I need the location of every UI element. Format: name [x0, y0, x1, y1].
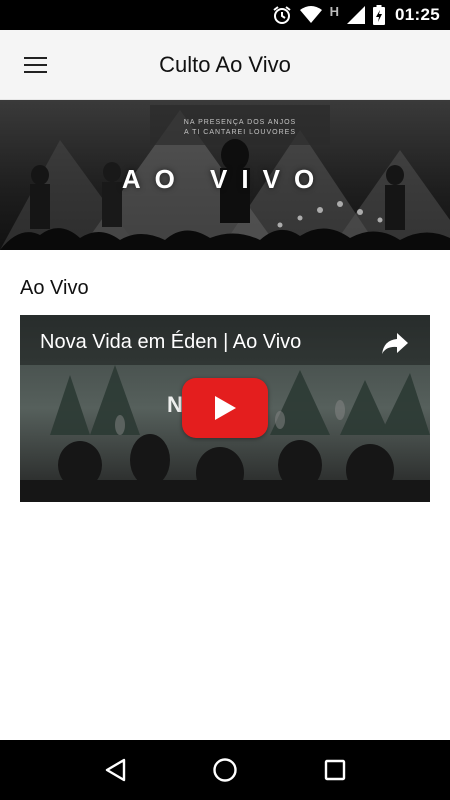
home-button[interactable] — [200, 745, 250, 795]
hamburger-menu-icon — [24, 56, 47, 73]
wifi-icon — [299, 6, 322, 23]
status-time: 01:25 — [395, 5, 440, 24]
play-button[interactable] — [182, 378, 268, 438]
menu-button[interactable] — [0, 30, 72, 100]
battery-charging-icon — [373, 5, 386, 25]
video-player[interactable]: Nova Vida em Éden | Ao Vivo N A — [20, 315, 430, 502]
play-icon — [215, 396, 236, 420]
live-banner: NA PRESENÇA DOS ANJOS A TI CANTAREI LOUV… — [0, 100, 450, 250]
video-title[interactable]: Nova Vida em Éden | Ao Vivo — [40, 331, 301, 354]
app-bar: Culto Ao Vivo — [0, 30, 450, 100]
alarm-icon — [273, 6, 291, 24]
recents-button[interactable] — [310, 745, 360, 795]
system-nav-bar — [0, 740, 450, 800]
banner-title: AO VIVO — [121, 164, 329, 194]
network-type-label: H — [329, 3, 340, 19]
status-bar: H 01:25 — [0, 0, 450, 30]
banner-subtext-line2: A TI CANTAREI LOUVORES — [184, 129, 296, 136]
recents-icon — [324, 759, 346, 781]
banner-subtext-line1: NA PRESENÇA DOS ANJOS — [183, 119, 297, 126]
back-icon — [105, 758, 126, 782]
home-icon — [213, 758, 237, 782]
back-button[interactable] — [90, 745, 140, 795]
share-icon[interactable] — [382, 333, 408, 355]
section-heading: Ao Vivo — [20, 277, 89, 299]
banner-subtext: NA PRESENÇA DOS ANJOS A TI CANTAREI LOUV… — [150, 118, 330, 138]
signal-icon — [347, 6, 366, 24]
